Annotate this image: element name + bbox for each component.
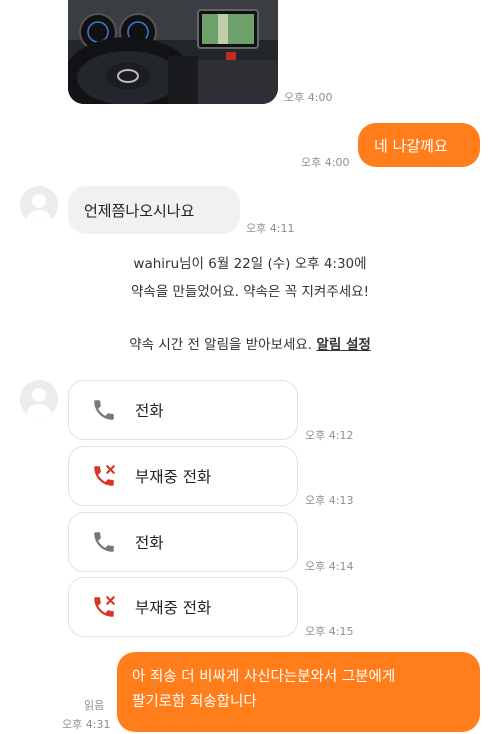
- read-receipt: 읽음: [84, 699, 105, 712]
- default-avatar-icon: [20, 186, 58, 224]
- default-avatar-icon: [20, 380, 58, 418]
- call-card[interactable]: 전화: [68, 380, 298, 440]
- message-text: 아 죄송 더 비싸게 사신다는분와서 그분에게: [132, 669, 396, 685]
- call-label: 부재중 전화: [135, 599, 212, 617]
- message-text: 네 나갈께요: [374, 136, 448, 155]
- missed-call-card[interactable]: 부재중 전화: [68, 577, 298, 637]
- incoming-message[interactable]: 언제쯤나오시나요: [68, 186, 240, 234]
- message-time: 오후 4:15: [305, 625, 354, 638]
- message-time: 오후 4:13: [305, 494, 354, 507]
- message-time: 오후 4:11: [246, 222, 295, 235]
- phone-icon: [91, 397, 117, 423]
- appointment-notice: wahiru님이 6월 22일 (수) 오후 4:30에 약속을 만들었어요. …: [0, 250, 500, 306]
- notice-line: wahiru님이 6월 22일 (수) 오후 4:30에: [133, 256, 367, 272]
- message-time: 오후 4:00: [301, 156, 350, 169]
- call-label: 부재중 전화: [135, 468, 212, 486]
- message-time: 오후 4:00: [284, 91, 333, 104]
- phone-icon: [91, 529, 117, 555]
- notice-line: 약속 시간 전 알림을 받아보세요.: [129, 337, 313, 353]
- notice-line: 약속을 만들었어요. 약속은 꼭 지켜주세요!: [130, 284, 369, 300]
- message-text: 언제쯤나오시나요: [84, 201, 195, 220]
- call-label: 전화: [135, 534, 164, 552]
- reminder-notice: 약속 시간 전 알림을 받아보세요. 알림 설정: [0, 331, 500, 359]
- call-card[interactable]: 전화: [68, 512, 298, 572]
- message-text: 팔기로함 죄송합니다: [132, 694, 257, 710]
- missed-call-card[interactable]: 부재중 전화: [68, 446, 298, 506]
- alarm-settings-link[interactable]: 알림 설정: [316, 337, 370, 353]
- avatar[interactable]: [20, 380, 58, 418]
- message-time: 오후 4:31: [62, 718, 111, 731]
- photo-message[interactable]: [68, 0, 278, 104]
- missed-call-icon: [91, 463, 117, 489]
- message-time: 오후 4:14: [305, 560, 354, 573]
- missed-call-icon: [91, 594, 117, 620]
- outgoing-message[interactable]: 아 죄송 더 비싸게 사신다는분와서 그분에게 팔기로함 죄송합니다: [117, 652, 480, 732]
- call-label: 전화: [135, 402, 164, 420]
- car-dashboard-image: [68, 0, 278, 104]
- avatar[interactable]: [20, 186, 58, 224]
- message-time: 오후 4:12: [305, 429, 354, 442]
- outgoing-message[interactable]: 네 나갈께요: [358, 123, 480, 167]
